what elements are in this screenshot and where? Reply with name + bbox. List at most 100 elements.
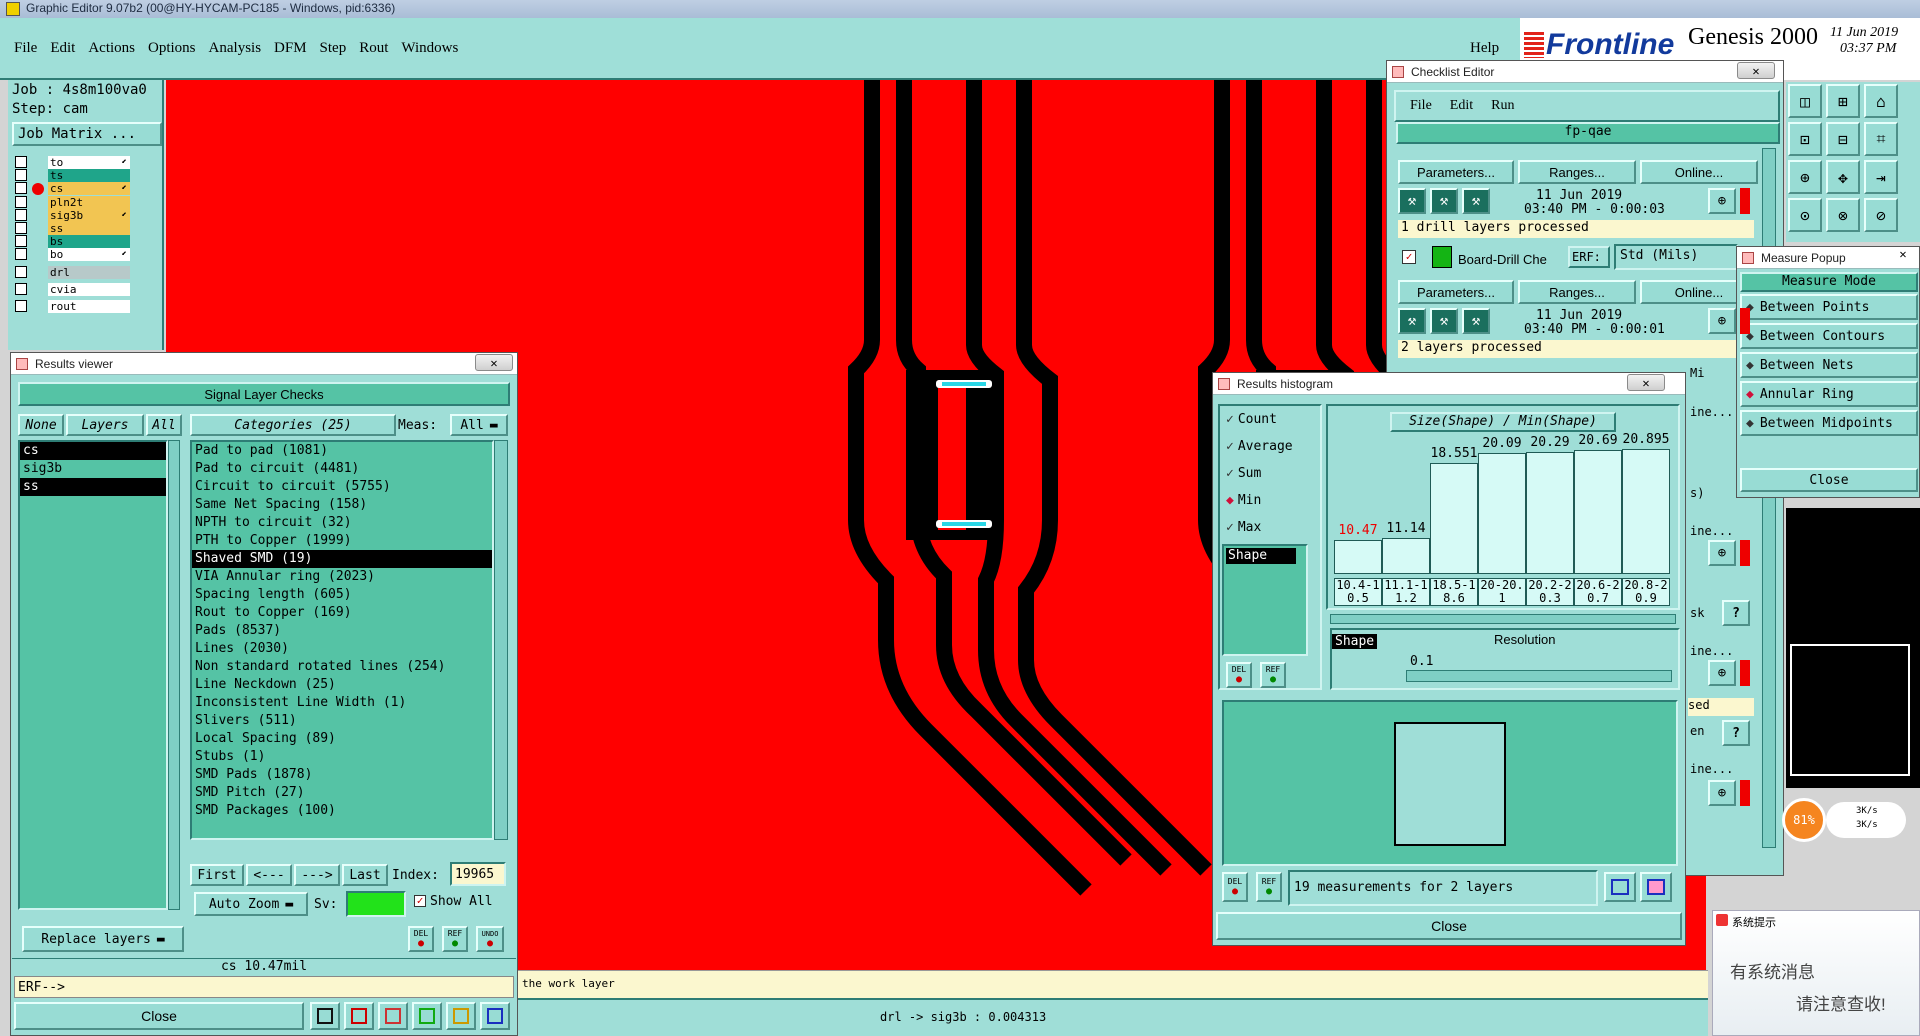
layer-sig3b[interactable]: sig3b ⬋ bbox=[48, 208, 130, 222]
checklist-menu-run[interactable]: Run bbox=[1491, 98, 1514, 114]
tool-icon-4[interactable] bbox=[412, 1002, 442, 1030]
palette-tool-5[interactable]: ⊟ bbox=[1826, 122, 1860, 156]
menu-step[interactable]: Step bbox=[320, 40, 347, 57]
histogram-bar[interactable] bbox=[1622, 448, 1670, 574]
category-item[interactable]: Inconsistent Line Width (1) bbox=[192, 694, 492, 712]
hist-ref-button-2[interactable]: REF ● bbox=[1256, 872, 1282, 902]
zoom-button[interactable]: ⊕ bbox=[1708, 188, 1736, 214]
menu-rout[interactable]: Rout bbox=[359, 40, 388, 57]
measure-option[interactable]: ◆ Between Contours bbox=[1740, 323, 1918, 349]
menu-file[interactable]: File bbox=[14, 40, 37, 57]
category-item[interactable]: Shaved SMD (19) bbox=[192, 550, 492, 568]
category-item[interactable]: NPTH to circuit (32) bbox=[192, 514, 492, 532]
layer-pln2t[interactable]: pln2t bbox=[48, 195, 130, 209]
category-item[interactable]: Local Spacing (89) bbox=[192, 730, 492, 748]
run-action-button[interactable]: ⚒ bbox=[1430, 188, 1458, 214]
first-button[interactable]: First bbox=[190, 864, 244, 886]
zoom-button[interactable]: ⊕ bbox=[1708, 660, 1736, 686]
palette-tool-1[interactable]: ◫ bbox=[1788, 84, 1822, 118]
tool-icon-3[interactable] bbox=[378, 1002, 408, 1030]
category-item[interactable]: Same Net Spacing (158) bbox=[192, 496, 492, 514]
toggle-average[interactable]: ✓ Average bbox=[1226, 439, 1293, 454]
palette-tool-3[interactable]: ⌂ bbox=[1864, 84, 1898, 118]
menu-analysis[interactable]: Analysis bbox=[209, 40, 262, 57]
none-button[interactable]: None bbox=[18, 414, 64, 436]
layer-checkbox[interactable] bbox=[15, 156, 27, 168]
results-layer-list[interactable]: cs sig3b ss bbox=[18, 440, 168, 910]
layer-checkbox[interactable] bbox=[15, 222, 27, 234]
category-item[interactable]: Stubs (1) bbox=[192, 748, 492, 766]
layer-drl[interactable]: drl bbox=[48, 265, 130, 279]
hist-refresh-button[interactable] bbox=[1640, 872, 1672, 902]
layer-ts[interactable]: ts bbox=[48, 169, 130, 183]
params-button-2[interactable]: Parameters... bbox=[1398, 280, 1514, 304]
category-item[interactable]: SMD Pitch (27) bbox=[192, 784, 492, 802]
prev-button[interactable]: <--- bbox=[246, 864, 292, 886]
categories-list[interactable]: Pad to pad (1081) Pad to circuit (4481) Ci… bbox=[190, 440, 494, 840]
checklist-menu-edit[interactable]: Edit bbox=[1450, 98, 1473, 114]
tool-icon-5[interactable] bbox=[446, 1002, 476, 1030]
zoom-button[interactable]: ⊕ bbox=[1708, 780, 1736, 806]
category-item[interactable]: Pads (8537) bbox=[192, 622, 492, 640]
erf-field[interactable]: ERF--> bbox=[14, 976, 514, 998]
category-item[interactable]: SMD Packages (100) bbox=[192, 802, 492, 820]
layer-checkbox[interactable] bbox=[15, 169, 27, 182]
show-all-checkbox[interactable]: ✓ bbox=[414, 895, 426, 907]
index-field[interactable]: 19965 bbox=[450, 862, 506, 886]
replace-layers-select[interactable]: Replace layers ▬ bbox=[22, 926, 184, 952]
layers-button[interactable]: Layers bbox=[66, 414, 144, 436]
category-item[interactable]: Line Neckdown (25) bbox=[192, 676, 492, 694]
measure-option[interactable]: ◆ Between Midpoints bbox=[1740, 410, 1918, 436]
tool-icon-1[interactable] bbox=[310, 1002, 340, 1030]
layer-checkbox[interactable] bbox=[15, 265, 27, 278]
hist-ref-button[interactable]: REF ● bbox=[1260, 662, 1286, 688]
notice-line-1[interactable]: 有系统消息 bbox=[1730, 958, 1815, 983]
run-action-button[interactable]: ⚒ bbox=[1462, 188, 1490, 214]
tool-icon-6[interactable] bbox=[480, 1002, 510, 1030]
run-action-button[interactable]: ⚒ bbox=[1430, 308, 1458, 334]
categories-button[interactable]: Categories (25) bbox=[190, 414, 396, 436]
layer-bs[interactable]: bs bbox=[48, 235, 130, 249]
layer-cs[interactable]: cs ⬋ bbox=[48, 182, 130, 196]
palette-tool-8[interactable]: ✥ bbox=[1826, 160, 1860, 194]
zoom-button[interactable]: ⊕ bbox=[1708, 540, 1736, 566]
category-item[interactable]: Spacing length (605) bbox=[192, 586, 492, 604]
category-item[interactable]: Lines (2030) bbox=[192, 640, 492, 658]
online-button-1[interactable]: Online... bbox=[1640, 160, 1758, 184]
measure-option[interactable]: ◆ Annular Ring bbox=[1740, 381, 1918, 407]
layer-checkbox[interactable] bbox=[15, 300, 27, 312]
layer-rout[interactable]: rout bbox=[48, 300, 130, 313]
layer-checkbox[interactable] bbox=[15, 208, 27, 221]
measure-close-icon[interactable]: ✕ bbox=[1892, 247, 1914, 263]
toggle-sum[interactable]: ✓ Sum bbox=[1226, 466, 1261, 481]
histogram-scrollbar[interactable] bbox=[1330, 614, 1676, 624]
menu-windows[interactable]: Windows bbox=[401, 40, 458, 57]
palette-tool-11[interactable]: ⊗ bbox=[1826, 198, 1860, 232]
help-menu[interactable]: Help bbox=[1470, 40, 1499, 57]
tool-icon-2[interactable] bbox=[344, 1002, 374, 1030]
run-action-button[interactable]: ⚒ bbox=[1462, 308, 1490, 334]
results-close-icon[interactable]: ✕ bbox=[475, 354, 513, 371]
layer-checkbox[interactable] bbox=[15, 248, 27, 261]
measure-option[interactable]: ◆ Between Nets bbox=[1740, 352, 1918, 378]
ranges-button-1[interactable]: Ranges... bbox=[1518, 160, 1636, 184]
histogram-bar[interactable] bbox=[1382, 537, 1430, 574]
layers-scrollbar[interactable] bbox=[168, 440, 180, 910]
layer-list-item[interactable]: cs bbox=[20, 442, 166, 460]
all-button[interactable]: All bbox=[146, 414, 182, 436]
palette-tool-6[interactable]: ⌗ bbox=[1864, 122, 1898, 156]
layer-checkbox[interactable] bbox=[15, 195, 27, 208]
category-item[interactable]: Non standard rotated lines (254) bbox=[192, 658, 492, 676]
help-button[interactable]: ? bbox=[1722, 600, 1750, 626]
layer-ss[interactable]: ss bbox=[48, 222, 130, 235]
layer-to[interactable]: to ⬋ bbox=[48, 156, 130, 169]
zoom-button[interactable]: ⊕ bbox=[1708, 308, 1736, 334]
toggle-min[interactable]: ◆ Min bbox=[1226, 493, 1261, 508]
hist-del-button-2[interactable]: DEL ● bbox=[1222, 872, 1248, 902]
category-item[interactable]: PTH to Copper (1999) bbox=[192, 532, 492, 550]
histogram-bar[interactable] bbox=[1430, 462, 1478, 574]
histogram-shape-item[interactable]: Shape bbox=[1226, 548, 1296, 564]
run-action-button[interactable]: ⚒ bbox=[1398, 308, 1426, 334]
help-button[interactable]: ? bbox=[1722, 720, 1750, 746]
category-item[interactable]: Pad to circuit (4481) bbox=[192, 460, 492, 478]
